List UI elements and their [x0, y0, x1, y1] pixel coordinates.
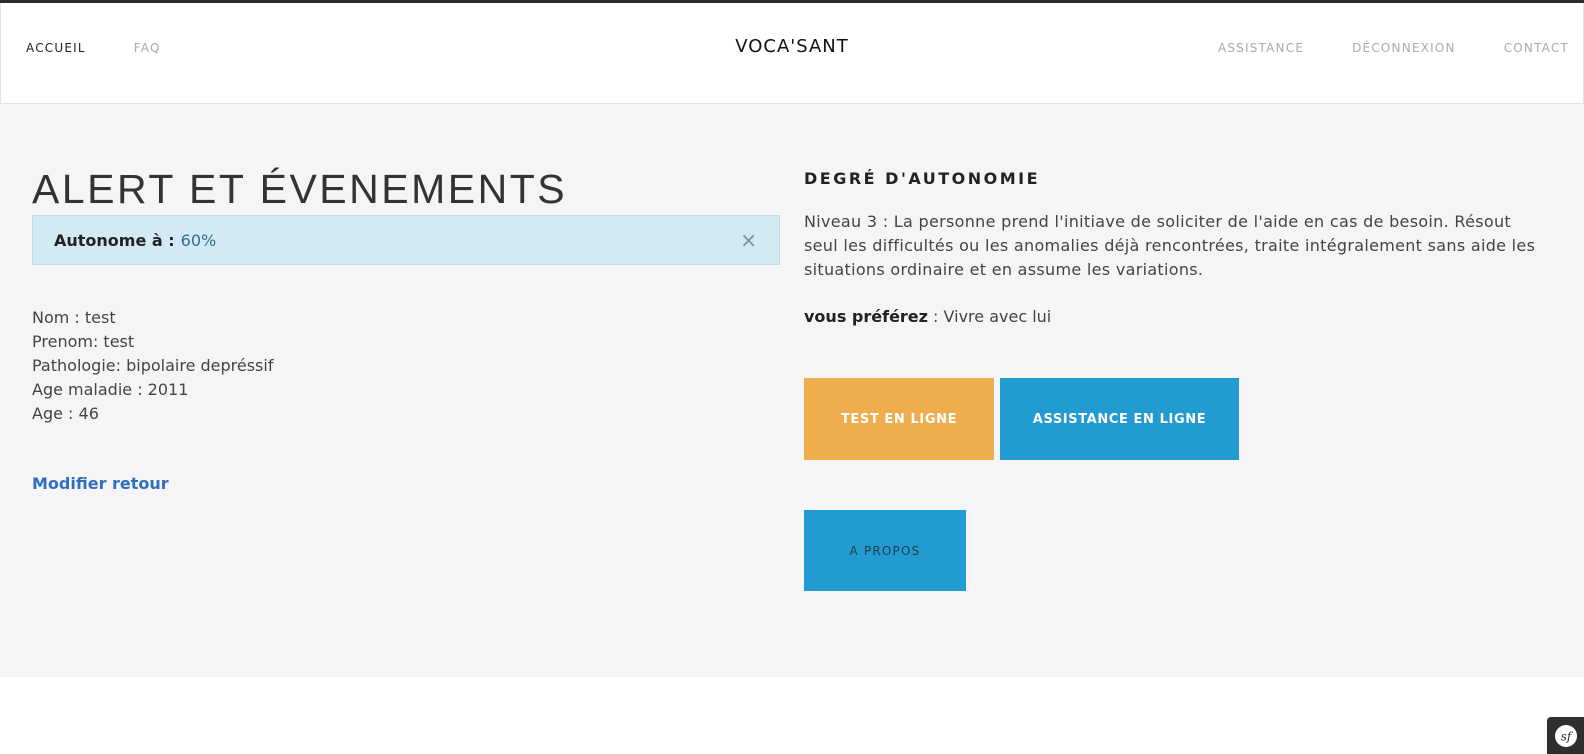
preference-label: vous préférez [804, 307, 928, 326]
modify-return-link[interactable]: Modifier retour [32, 474, 169, 493]
nav-right: ASSISTANCE DÉCONNEXION CONTACT [1218, 41, 1569, 55]
nav-assistance-link[interactable]: ASSISTANCE [1218, 41, 1304, 55]
alert-value: 60% [180, 230, 217, 250]
main-content: ALERT ET ÉVENEMENTS Autonome à : 60% × N… [0, 104, 1584, 677]
autonomy-level-text: Niveau 3 : La personne prend l'initiave … [804, 212, 1536, 279]
site-header: ACCUEIL FAQ VOCA'SANT ASSISTANCE DÉCONNE… [0, 3, 1584, 104]
alert-label: Autonome à : [54, 230, 175, 250]
preference-value: : Vivre avec lui [927, 307, 1052, 326]
info-age-maladie: Age maladie : 2011 [32, 380, 189, 399]
nav-contact-link[interactable]: CONTACT [1504, 41, 1569, 55]
info-age: Age : 46 [32, 404, 99, 423]
info-pathologie: Pathologie: bipolaire depréssif [32, 356, 274, 375]
test-en-ligne-button[interactable]: TEST EN LIGNE [804, 378, 994, 460]
symfony-logo-icon: sf [1554, 724, 1577, 747]
preference-line: vous préférez : Vivre avec lui [804, 307, 1051, 326]
autonomy-alert: Autonome à : 60% × [32, 215, 780, 265]
close-icon[interactable]: × [740, 229, 757, 251]
info-nom: Nom : test [32, 308, 116, 327]
patient-info: Nom : test Prenom: test Pathologie: bipo… [32, 306, 273, 426]
assistance-en-ligne-button[interactable]: ASSISTANCE EN LIGNE [1000, 378, 1239, 460]
nav-deconnexion-link[interactable]: DÉCONNEXION [1352, 41, 1456, 55]
page-title: ALERT ET ÉVENEMENTS [32, 166, 568, 212]
section-title: DEGRÉ D'AUTONOMIE [804, 169, 1041, 188]
info-prenom: Prenom: test [32, 332, 135, 351]
a-propos-button[interactable]: A PROPOS [804, 510, 966, 591]
symfony-icon[interactable]: sf [1547, 717, 1584, 754]
